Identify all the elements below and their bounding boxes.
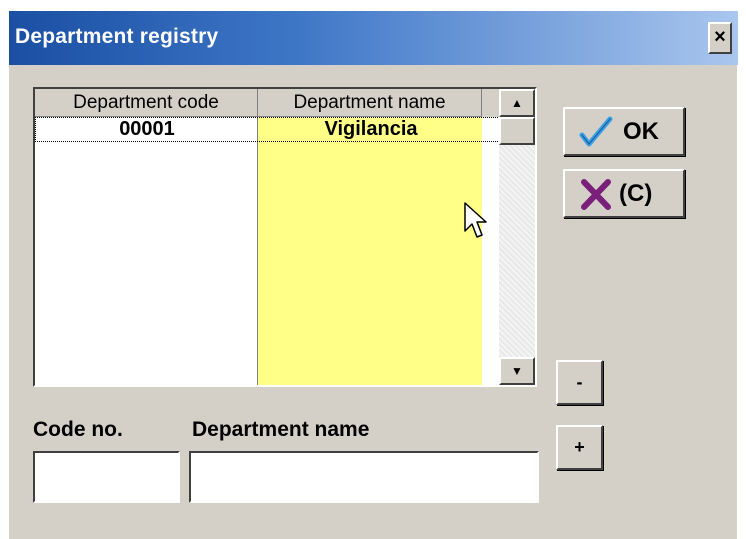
cancel-button[interactable]: (C) (563, 169, 685, 218)
column-divider (257, 117, 258, 385)
vertical-scrollbar[interactable]: ▲ ▼ (499, 89, 535, 385)
cancel-label: (C) (619, 180, 653, 207)
title-bar[interactable]: Department registry × (9, 11, 738, 65)
remove-button[interactable]: - (556, 360, 603, 405)
code-no-input[interactable] (33, 451, 180, 503)
window-title: Department registry (15, 25, 219, 48)
department-name-input[interactable] (189, 451, 539, 503)
cell-department-code[interactable]: 00001 (36, 118, 258, 141)
grid-header: Department code Department name (35, 89, 499, 117)
scroll-up-button[interactable]: ▲ (499, 89, 535, 117)
ok-button[interactable]: OK (563, 107, 685, 156)
column-header-name[interactable]: Department name (258, 89, 482, 117)
column-header-code[interactable]: Department code (35, 89, 258, 117)
code-no-label: Code no. (33, 418, 123, 441)
table-row[interactable]: 00001 Vigilancia (35, 117, 500, 142)
department-grid[interactable]: Department code Department name 00001 Vi… (33, 87, 537, 387)
checkmark-icon (579, 116, 613, 147)
cell-department-name[interactable]: Vigilancia (259, 118, 483, 141)
scroll-down-button[interactable]: ▼ (499, 357, 535, 385)
scroll-thumb[interactable] (499, 117, 535, 145)
name-column-background (258, 117, 482, 385)
ok-label: OK (623, 118, 659, 145)
close-button[interactable]: × (708, 22, 732, 54)
department-name-label: Department name (192, 418, 370, 441)
add-button[interactable]: + (556, 425, 603, 470)
x-icon (581, 179, 611, 210)
